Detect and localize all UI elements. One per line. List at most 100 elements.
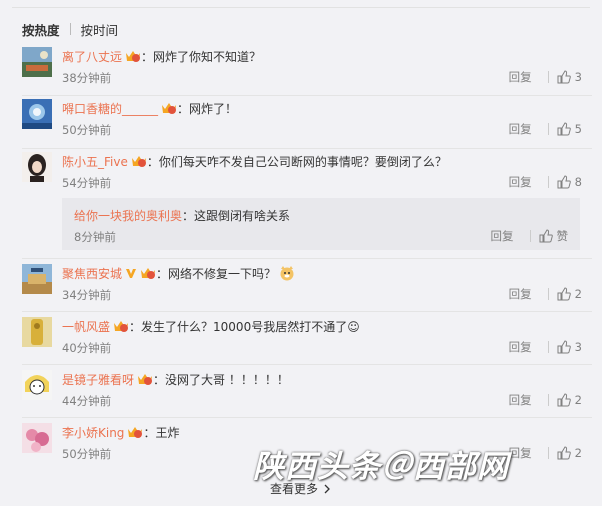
comment-divider [22,311,592,312]
like-count: 3 [574,70,582,84]
comment-line: 李小娇King ： 王炸 [62,423,179,441]
colon: ： [146,154,159,169]
comment-actions: 回复 8 [509,174,582,190]
member-crown-icon [141,268,156,279]
colon: ： [129,319,142,334]
username-link[interactable]: 聚焦西安城 [62,265,122,282]
thumbs-up-icon[interactable] [557,446,571,460]
comment-panel: 按热度 按时间 离了八丈远 ： 网炸了你知不知道？ 38分钟前 回复 3 嘚口香… [0,0,602,506]
avatar[interactable] [22,152,52,182]
sort-bar: 按热度 按时间 [22,20,118,38]
member-crown-icon [131,156,146,167]
member-crown-icon [138,374,153,385]
like-count: 5 [574,122,582,136]
action-separator [547,71,549,83]
comment-divider [22,258,592,259]
reply-button[interactable]: 回复 [509,69,532,85]
reply-button[interactable]: 回复 [509,392,532,408]
comment-time: 54分钟前 [62,176,112,190]
comment-time: 50分钟前 [62,123,112,137]
sub-reply-line: 给你一块我的奥利奥 ： 这跟倒闭有啥关系 [74,206,290,224]
action-separator [547,447,549,459]
sort-separator [69,23,71,35]
thumbs-up-icon[interactable] [557,340,571,354]
comment-actions: 回复 2 [509,445,582,461]
username-link[interactable]: 嘚口香糖的______ [62,100,158,117]
comment-time: 34分钟前 [62,288,112,302]
comment-line: 聚焦西安城 ： 网络不修复一下吗？ [62,264,295,282]
top-divider [12,7,590,8]
username-link[interactable]: 李小娇King [62,424,124,441]
thumbs-up-icon[interactable] [557,287,571,301]
member-crown-icon [162,103,177,114]
comment-time: 50分钟前 [62,447,112,461]
thumbs-up-icon[interactable] [539,229,553,243]
comment-time: 44分钟前 [62,394,112,408]
avatar[interactable] [22,317,52,347]
member-crown-icon [126,51,141,62]
like-count: 2 [574,446,582,460]
username-link[interactable]: 一帆风盛 [62,318,110,335]
member-crown-icon [114,321,129,332]
avatar[interactable] [22,264,52,294]
colon: ： [153,372,166,387]
comment-actions: 回复 3 [509,339,582,355]
member-crown-icon [128,427,143,438]
comment-actions: 回复 3 [509,69,582,85]
sub-reply-username-link[interactable]: 给你一块我的奥利奥 [74,207,182,224]
avatar[interactable] [22,370,52,400]
thumbs-up-icon[interactable] [557,175,571,189]
colon: ： [143,425,156,440]
reply-button[interactable]: 回复 [509,174,532,190]
comment-text: 没网了大哥 ！！！！！ [165,372,289,387]
sub-reply-time: 8分钟前 [74,230,116,244]
reply-button[interactable]: 回复 [509,121,532,137]
colon: ： [156,266,169,281]
sort-by-time-tab[interactable]: 按时间 [81,20,119,39]
action-separator [529,230,531,242]
colon: ： [141,49,154,64]
comment-divider [22,148,592,149]
comment-time: 38分钟前 [62,71,112,85]
like-count: 8 [574,175,582,189]
thumbs-up-icon[interactable] [557,70,571,84]
see-more-label: 查看更多 [270,482,319,496]
comment-text: 网炸了！ [189,101,238,116]
verified-v-icon [126,269,137,278]
action-separator [547,394,549,406]
sort-by-hot-tab[interactable]: 按热度 [22,20,60,39]
reply-button[interactable]: 回复 [509,339,532,355]
comment-text: 网炸了你知不知道？ [153,49,262,64]
avatar[interactable] [22,99,52,129]
comment-actions: 回复 2 [509,392,582,408]
reply-button[interactable]: 回复 [509,286,532,302]
comment-actions: 回复 5 [509,121,582,137]
avatar[interactable] [22,47,52,77]
thumbs-up-icon[interactable] [557,122,571,136]
reply-button[interactable]: 回复 [491,228,514,244]
comment-text: 发生了什么？10000号我居然打不通了☺ [141,319,360,334]
like-count: 2 [574,393,582,407]
comment-text: 你们每天咋不发自己公司断网的事情呢？要倒闭了么？ [158,154,447,169]
comment-time: 40分钟前 [62,341,112,355]
comment-divider [22,364,592,365]
chevron-right-icon [324,484,330,493]
comment-text: 网络不修复一下吗？ [168,266,277,281]
avatar[interactable] [22,423,52,453]
comment-line: 一帆风盛 ： 发生了什么？10000号我居然打不通了☺ [62,317,360,335]
comment-line: 陈小五_Five ： 你们每天咋不发自己公司断网的事情呢？要倒闭了么？ [62,152,447,170]
username-link[interactable]: 陈小五_Five [62,153,128,170]
like-label[interactable]: 赞 [557,228,569,244]
comment-actions: 回复 2 [509,286,582,302]
comment-line: 是镜子雅看呀 ： 没网了大哥 ！！！！！ [62,370,289,388]
action-separator [547,123,549,135]
see-more-link[interactable]: 查看更多 [270,480,332,497]
colon: ： [177,101,190,116]
reply-button[interactable]: 回复 [509,445,532,461]
colon: ： [182,208,195,223]
thumbs-up-icon[interactable] [557,393,571,407]
sub-reply-box: 给你一块我的奥利奥 ： 这跟倒闭有啥关系 8分钟前 回复 赞 [62,198,580,250]
username-link[interactable]: 离了八丈远 [62,48,122,65]
doge-emoji-icon [280,266,294,281]
username-link[interactable]: 是镜子雅看呀 [62,371,134,388]
